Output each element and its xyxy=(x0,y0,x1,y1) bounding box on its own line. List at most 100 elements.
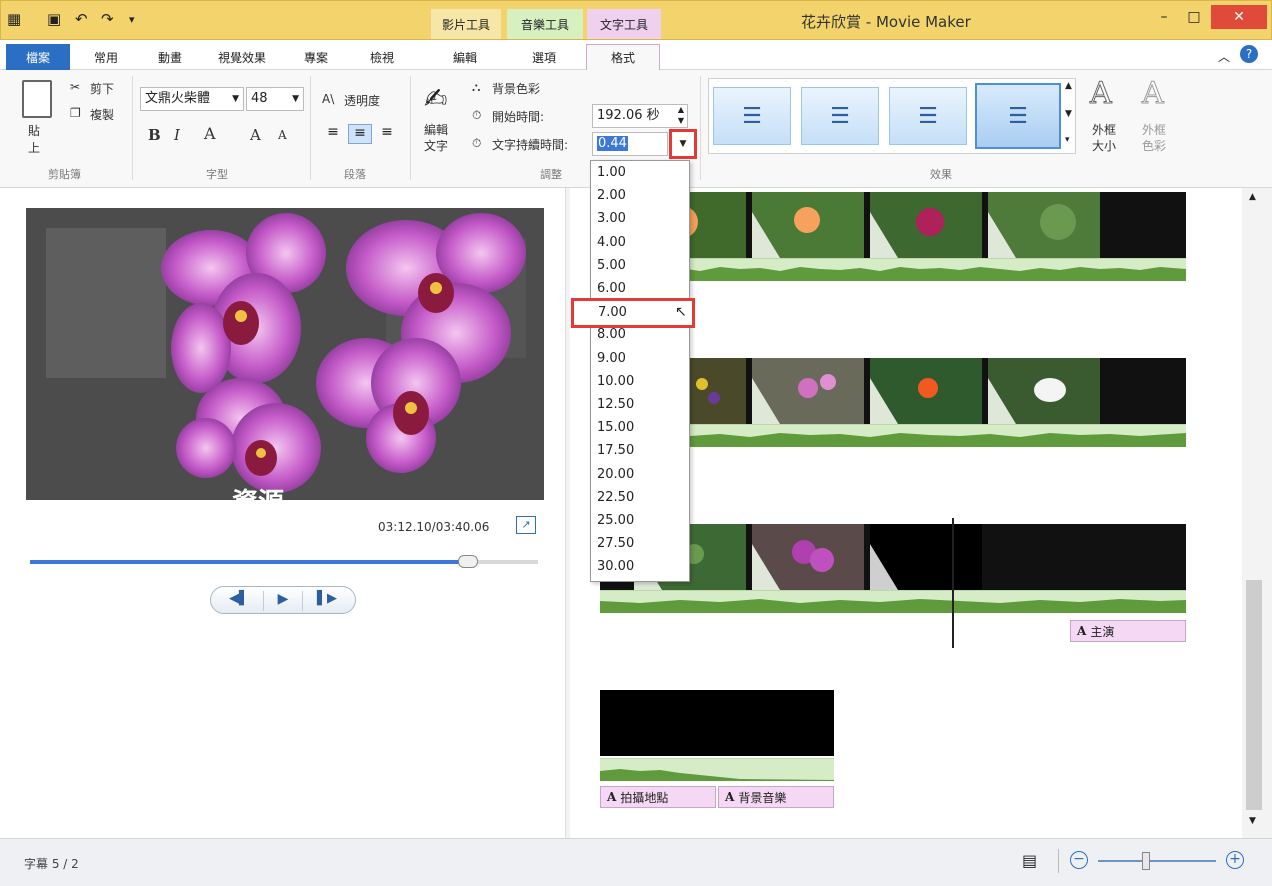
duration-option[interactable]: 25.00 xyxy=(597,513,681,528)
black-title-clip[interactable] xyxy=(600,690,834,756)
redo-icon[interactable]: ↷ xyxy=(101,10,114,28)
caption-clip-music[interactable]: A 背景音樂 xyxy=(718,786,834,808)
seek-handle[interactable] xyxy=(458,555,478,568)
effect-fly-left-thumbnail[interactable]: ☰ xyxy=(801,87,879,145)
font-family-select[interactable]: 文鼎火柴體 ▼ xyxy=(140,87,244,111)
seek-bar[interactable] xyxy=(30,555,538,568)
tab-visual-effects[interactable]: 視覺效果 xyxy=(204,44,280,70)
duration-option[interactable]: 22.50 xyxy=(597,490,681,505)
duration-option[interactable]: 8.00 xyxy=(597,327,681,342)
gallery-down-icon[interactable]: ▼ xyxy=(1065,109,1072,119)
edit-text-button[interactable]: 編輯文字 xyxy=(424,122,454,154)
duration-option[interactable]: 20.00 xyxy=(597,467,681,482)
tab-edit[interactable]: 編輯 xyxy=(430,44,500,70)
tab-format[interactable]: 格式 xyxy=(586,44,660,70)
zoom-slider-handle[interactable] xyxy=(1142,852,1150,870)
video-thumbnail[interactable] xyxy=(752,524,864,590)
font-size-select[interactable]: 48 ▼ xyxy=(246,87,304,111)
save-icon[interactable]: ▣ xyxy=(47,10,61,28)
tab-project[interactable]: 專案 xyxy=(286,44,346,70)
fullscreen-icon[interactable]: ↗ xyxy=(516,516,536,534)
duration-option[interactable]: 15.00 xyxy=(597,420,681,435)
cut-button[interactable]: 剪下 xyxy=(90,80,114,97)
duration-option[interactable]: 27.50 xyxy=(597,536,681,551)
minimize-button[interactable]: – xyxy=(1151,5,1177,29)
scroll-up-icon[interactable]: ▲ xyxy=(1249,192,1256,202)
transparency-button[interactable]: 透明度 xyxy=(344,92,380,109)
bg-color-button[interactable]: 背景色彩 xyxy=(492,80,540,97)
storyboard-view-icon[interactable]: ▤ xyxy=(1022,851,1037,870)
video-thumbnail[interactable] xyxy=(988,192,1100,258)
grow-font-button[interactable]: A xyxy=(250,126,261,144)
previous-frame-button[interactable]: ◀▌ xyxy=(219,591,259,611)
spinner-icon[interactable]: ▲ ▼ xyxy=(678,104,684,126)
mouse-pointer-icon: ↖ xyxy=(675,304,687,321)
play-button[interactable]: ▶ xyxy=(263,591,303,611)
gallery-up-icon[interactable]: ▲ xyxy=(1065,81,1072,91)
duration-option[interactable]: 9.00 xyxy=(597,351,681,366)
tab-home[interactable]: 常用 xyxy=(76,44,136,70)
duration-input[interactable]: 0.44 xyxy=(592,132,668,156)
align-center-button[interactable]: ≡ xyxy=(348,124,372,144)
scrollbar-thumb[interactable] xyxy=(1246,580,1262,810)
duration-option[interactable]: 5.00 xyxy=(597,258,681,273)
font-color-button[interactable]: A xyxy=(204,124,216,143)
black-title-thumbnail[interactable] xyxy=(870,524,982,590)
maximize-button[interactable]: □ xyxy=(1181,5,1207,29)
paste-icon[interactable] xyxy=(22,80,52,118)
align-left-button[interactable]: ≡ xyxy=(322,124,344,144)
tab-view[interactable]: 檢視 xyxy=(352,44,412,70)
bold-button[interactable]: B xyxy=(148,126,161,144)
tab-animation[interactable]: 動畫 xyxy=(140,44,200,70)
undo-icon[interactable]: ↶ xyxy=(75,10,88,28)
tab-file[interactable]: 檔案 xyxy=(6,44,70,70)
duration-option[interactable]: 3.00 xyxy=(597,211,681,226)
duration-option[interactable]: 12.50 xyxy=(597,397,681,412)
caption-clip-main[interactable]: A 主演 xyxy=(1070,620,1186,642)
shrink-font-button[interactable]: A xyxy=(278,128,287,142)
next-frame-button[interactable]: ▌▶ xyxy=(307,591,347,611)
scroll-down-icon[interactable]: ▼ xyxy=(1249,816,1256,826)
duration-dropdown-button[interactable]: ▼ xyxy=(669,129,697,159)
zoom-in-icon[interactable]: + xyxy=(1226,851,1244,869)
align-right-button[interactable]: ≡ xyxy=(376,124,398,144)
video-thumbnail[interactable] xyxy=(752,358,864,424)
audio-waveform[interactable] xyxy=(600,758,834,781)
outline-size-button[interactable]: 外框大小 xyxy=(1088,122,1120,154)
duration-option[interactable]: 1.00 xyxy=(597,165,681,180)
video-thumbnail[interactable] xyxy=(870,192,982,258)
effect-fly-right-thumbnail[interactable]: ☰ xyxy=(889,87,967,145)
effect-scroll-thumbnail[interactable]: ☰ xyxy=(713,87,791,145)
duration-option[interactable]: 17.50 xyxy=(597,443,681,458)
close-button[interactable]: ✕ xyxy=(1211,5,1267,29)
duration-option[interactable]: 4.00 xyxy=(597,235,681,250)
help-icon[interactable]: ? xyxy=(1240,45,1258,63)
video-thumbnail[interactable] xyxy=(870,358,982,424)
customize-icon[interactable]: ▾ xyxy=(129,13,135,26)
paste-button[interactable]: 貼上 xyxy=(28,122,46,156)
zoom-out-icon[interactable]: − xyxy=(1070,851,1088,869)
playhead[interactable] xyxy=(952,518,954,648)
vertical-scrollbar[interactable]: ▲ ▼ xyxy=(1244,188,1264,838)
duration-option[interactable]: 2.00 xyxy=(597,188,681,203)
context-tab-text[interactable]: 文字工具 xyxy=(587,9,661,39)
audio-waveform[interactable] xyxy=(600,590,1186,613)
context-tab-music[interactable]: 音樂工具 xyxy=(507,9,583,39)
copy-button[interactable]: 複製 xyxy=(90,106,114,123)
start-time-input[interactable]: 192.06 秒 ▲ ▼ xyxy=(592,104,688,128)
duration-option[interactable]: 10.00 xyxy=(597,374,681,389)
effect-fly-up-thumbnail[interactable]: ☰ xyxy=(975,83,1061,149)
outline-color-button[interactable]: 外框色彩 xyxy=(1138,122,1170,154)
video-thumbnail[interactable] xyxy=(988,358,1100,424)
zoom-slider[interactable] xyxy=(1098,852,1216,870)
duration-option[interactable]: 6.00 xyxy=(597,281,681,296)
gallery-more-icon[interactable]: ▾ xyxy=(1065,135,1070,145)
duration-option[interactable]: 30.00 xyxy=(597,559,681,574)
video-thumbnail[interactable] xyxy=(752,192,864,258)
context-tab-video[interactable]: 影片工具 xyxy=(431,9,501,39)
edit-text-icon: ✍ xyxy=(424,82,448,115)
tab-options[interactable]: 選項 xyxy=(506,44,582,70)
italic-button[interactable]: I xyxy=(174,126,180,144)
collapse-ribbon-icon[interactable]: ︿ xyxy=(1218,48,1230,65)
caption-clip-location[interactable]: A 拍攝地點 xyxy=(600,786,716,808)
